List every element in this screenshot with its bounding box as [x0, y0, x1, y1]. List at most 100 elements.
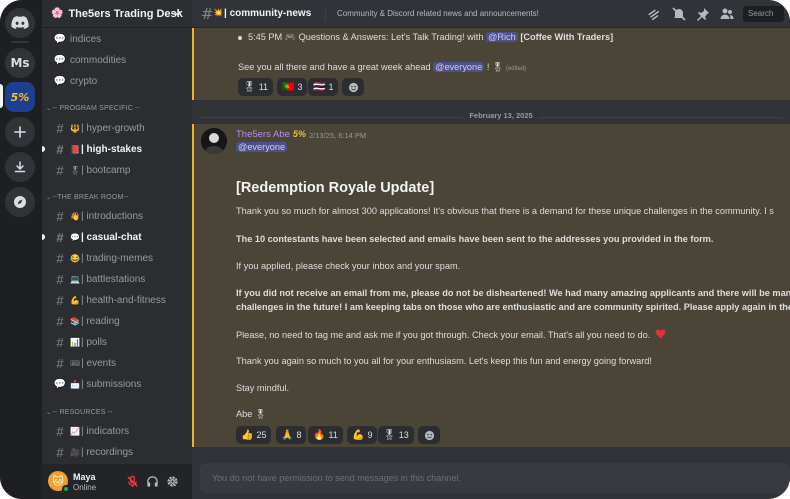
- channel-hyper-growth[interactable]: # 🔱 | hyper-growth: [48, 119, 186, 138]
- edited-label: (edited): [505, 66, 527, 72]
- reaction[interactable]: 🙏 8: [276, 426, 307, 444]
- channel-introductions[interactable]: # 👋 | introductions: [48, 207, 186, 226]
- everyone-mention[interactable]: @everyone: [433, 62, 485, 72]
- channel-recordings[interactable]: # 🎥 | recordings: [48, 443, 186, 462]
- mention-highlight: [192, 124, 790, 447]
- channel-emoji: 💥: [213, 8, 223, 17]
- channel-sidebar: 🌸 The5ers Trading Desk 💬 indices 💬 commo…: [42, 0, 192, 499]
- search-input[interactable]: Search: [743, 6, 784, 22]
- server-rail: Ms 5%: [0, 0, 42, 499]
- reaction[interactable]: 🇵🇹 3: [277, 78, 308, 96]
- chevron-down-icon: ⌄: [46, 195, 52, 201]
- hash-icon: #: [56, 272, 64, 287]
- message-paragraph: challenges in the future! I am keeping t…: [236, 302, 790, 312]
- channel-battlestations[interactable]: # 💻 | battlestations: [48, 270, 186, 289]
- mute-mic-icon[interactable]: [126, 475, 139, 488]
- category-break-room[interactable]: ⌄--THE BREAK ROOM--: [46, 194, 129, 201]
- heart-icon: [655, 329, 666, 339]
- channel-casual-chat[interactable]: # 💬 | casual-chat: [48, 228, 186, 247]
- threads-icon[interactable]: [647, 6, 663, 22]
- server-ms[interactable]: Ms: [5, 48, 35, 78]
- hash-icon: #: [56, 314, 64, 329]
- channel-commodities[interactable]: 💬 commodities: [48, 51, 186, 70]
- unread-indicator: [42, 234, 45, 240]
- date-divider: February 13, 2025: [192, 110, 790, 124]
- channel-health-and-fitness[interactable]: # 💪 | health-and-fitness: [48, 291, 186, 310]
- header-divider: [325, 7, 326, 21]
- channel-reading[interactable]: # 📚 | reading: [48, 312, 186, 331]
- rail-separator: [11, 41, 29, 43]
- hash-icon: #: [56, 251, 64, 266]
- guild-name: The5ers Trading Desk: [68, 7, 183, 20]
- message-signature: Abe 🎖: [236, 409, 267, 419]
- hash-icon: #: [56, 209, 64, 224]
- add-server-icon[interactable]: [5, 117, 35, 147]
- mention-highlight-bar: [192, 124, 194, 447]
- hash-icon: #: [56, 335, 64, 350]
- channel-submissions[interactable]: 💬 📩 | submissions: [48, 375, 186, 394]
- reaction[interactable]: 🇹🇭 1: [308, 78, 339, 96]
- members-icon[interactable]: [719, 6, 735, 22]
- forum-icon: 💬: [53, 34, 67, 45]
- reaction[interactable]: 👍 25: [236, 426, 272, 444]
- channel-polls[interactable]: # 📊 | polls: [48, 333, 186, 352]
- channel-trading-memes[interactable]: # 😂 | trading-memes: [48, 249, 186, 268]
- everyone-mention[interactable]: @everyone: [236, 142, 288, 152]
- guild-header[interactable]: 🌸 The5ers Trading Desk: [42, 0, 192, 28]
- smile-icon: [424, 430, 434, 440]
- message-paragraph: Please, no need to tag me and ask me if …: [236, 329, 666, 340]
- user-mention[interactable]: @Rich: [486, 32, 518, 42]
- add-reaction-button[interactable]: [342, 78, 364, 96]
- user-panel: 🐱 Maya Online: [42, 464, 192, 499]
- user-status: Online: [73, 483, 97, 492]
- message-timestamp: 2/13/25, 6:14 PM: [309, 131, 367, 140]
- forum-icon: 💬: [53, 76, 67, 87]
- add-reaction-button[interactable]: [418, 426, 440, 444]
- channel-indicators[interactable]: # 📈 | indicators: [48, 422, 186, 441]
- hash-icon: #: [56, 445, 64, 460]
- message-text: @everyone: [236, 142, 288, 152]
- avatar[interactable]: [201, 128, 227, 154]
- reaction[interactable]: 🔥 11: [308, 426, 343, 444]
- channel-high-stakes[interactable]: # 📕 | high-stakes: [48, 140, 186, 159]
- custom-emoji: 🎖: [254, 409, 267, 419]
- forum-icon: 💬: [53, 55, 67, 66]
- pin-icon[interactable]: [695, 6, 711, 22]
- custom-emoji: 🎖: [491, 62, 504, 72]
- username: Maya: [73, 472, 96, 482]
- message-author[interactable]: The5ers Abe: [236, 129, 290, 140]
- list-bullet: [238, 36, 242, 40]
- channel-crypto[interactable]: 💬 crypto: [48, 72, 186, 91]
- discord-window: Ms 5% 🌸 The5ers Trading Desk 💬 indices 💬: [0, 0, 790, 499]
- discord-home-icon[interactable]: [5, 8, 35, 38]
- mute-bell-icon[interactable]: [671, 6, 687, 22]
- guild-boost-icon: 🌸: [51, 8, 64, 19]
- online-status-dot: [62, 485, 70, 493]
- download-apps-icon[interactable]: [5, 152, 35, 182]
- hash-icon: #: [56, 142, 64, 157]
- channel-events[interactable]: # 🎟 | events: [48, 354, 186, 373]
- gear-icon[interactable]: [166, 475, 179, 488]
- channel-indices[interactable]: 💬 indices: [48, 30, 186, 49]
- discord-event-icon: 🎮: [284, 32, 296, 42]
- hash-icon: #: [56, 356, 64, 371]
- headphones-icon[interactable]: [146, 475, 159, 488]
- reaction[interactable]: 💪 9: [347, 426, 378, 444]
- unread-indicator: [42, 146, 45, 152]
- category-resources[interactable]: ⌄-- RESOURCES --: [46, 409, 113, 416]
- channel-topic[interactable]: Community & Discord related news and ann…: [337, 9, 539, 18]
- hash-icon: #: [56, 163, 64, 178]
- explore-icon[interactable]: [5, 187, 35, 217]
- channel-list: 💬 indices 💬 commodities 💬 crypto ⌄-- PRO…: [42, 28, 192, 464]
- reaction[interactable]: 🎖 13: [378, 426, 414, 444]
- channel-bootcamp[interactable]: # 🎖 | bootcamp: [48, 161, 186, 180]
- mention-highlight-bar: [192, 28, 194, 100]
- category-program-specific[interactable]: ⌄-- PROGRAM SPECIFIC --: [46, 105, 140, 112]
- message-text: See you all there and have a great week …: [238, 62, 527, 72]
- message-paragraph: Thank you again so much to you all for y…: [236, 356, 652, 366]
- server-the5ers[interactable]: 5%: [5, 82, 35, 112]
- reaction[interactable]: 🎖 11: [238, 78, 274, 96]
- message-paragraph: The 10 contestants have been selected an…: [236, 234, 714, 244]
- list-item: 5:45 PM 🎮 Questions & Answers: Let's Tal…: [248, 32, 614, 42]
- selected-server-pill: [0, 84, 3, 108]
